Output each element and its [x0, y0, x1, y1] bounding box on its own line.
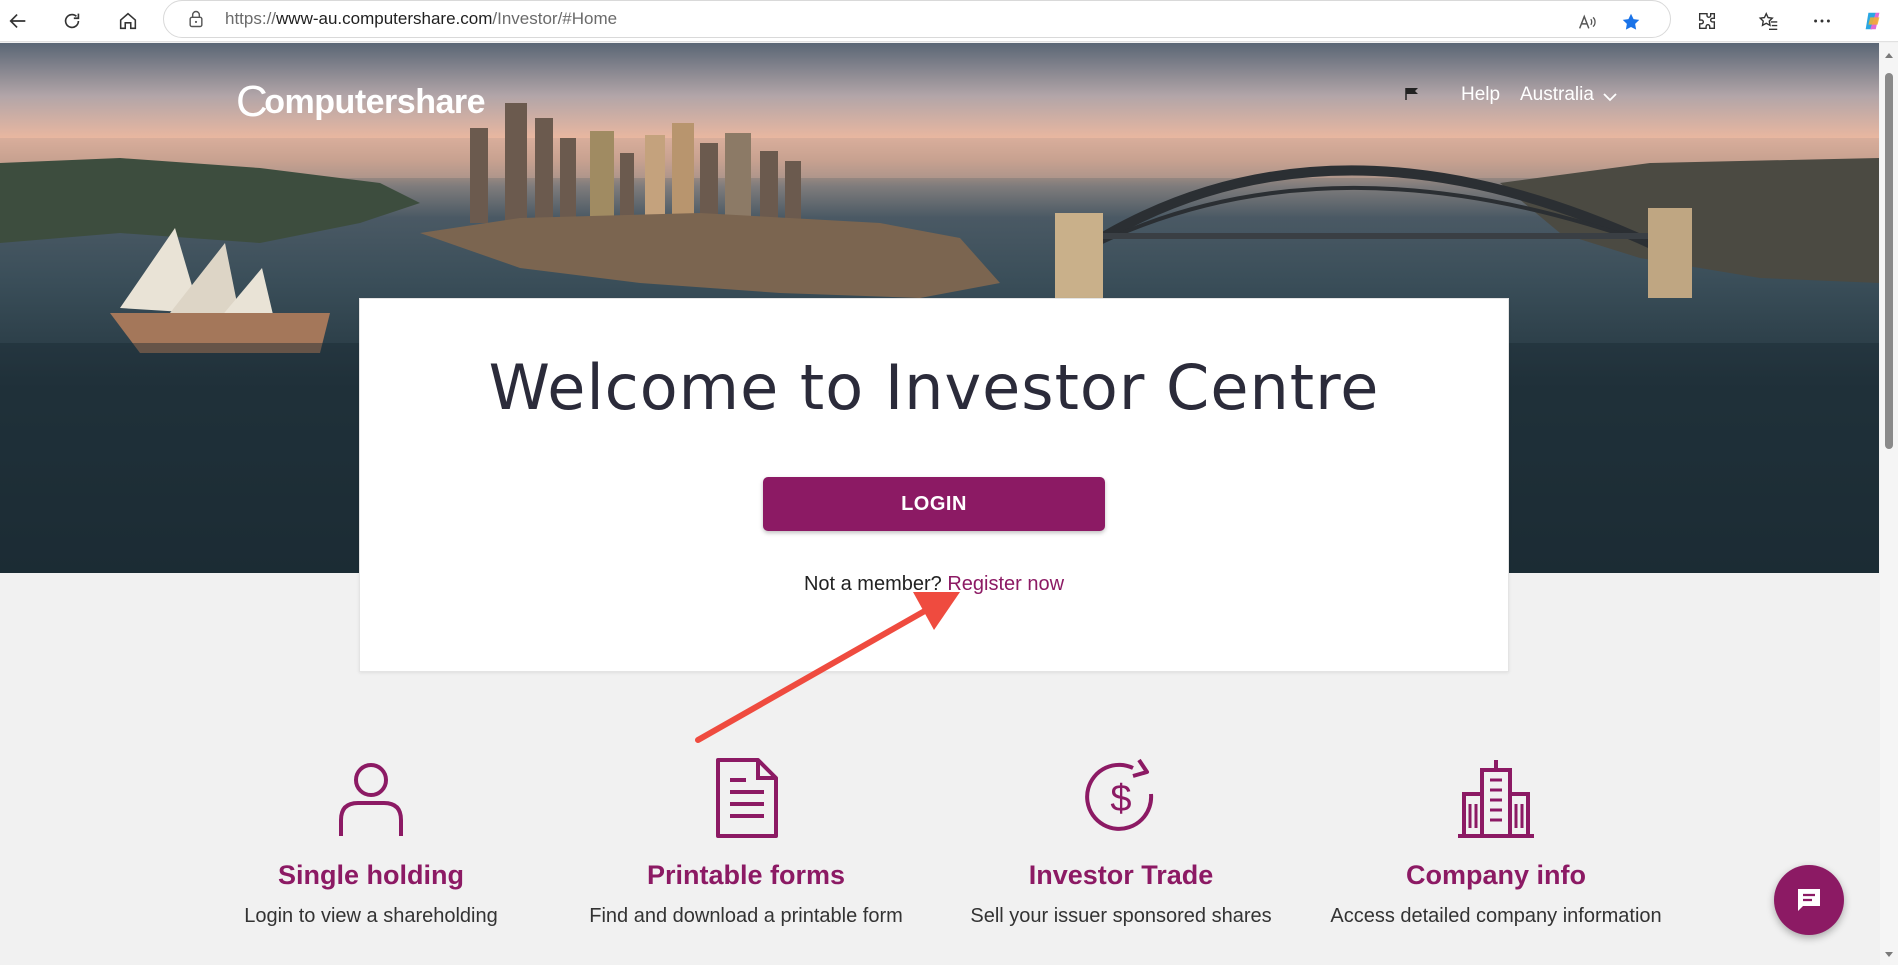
page-scrollbar[interactable]: [1880, 43, 1898, 965]
scroll-down-icon[interactable]: [1884, 951, 1894, 959]
refresh-button[interactable]: [58, 7, 86, 35]
feature-title: Investor Trade: [1028, 860, 1214, 890]
feature-title: Single holding: [278, 860, 464, 890]
feature-company-info[interactable]: Company info Access detailed company inf…: [1326, 758, 1666, 931]
ellipsis-icon: [1814, 19, 1830, 23]
url-path: /Investor/#Home: [492, 9, 618, 28]
feature-description: Find and download a printable form: [589, 905, 903, 927]
feature-title: Company info: [1406, 860, 1586, 890]
chat-button[interactable]: [1774, 865, 1844, 935]
feature-description: Login to view a shareholding: [244, 905, 498, 927]
url-text[interactable]: https://www-au.computershare.com/Investo…: [225, 9, 617, 29]
home-icon: [119, 12, 137, 30]
more-menu-button[interactable]: [1807, 6, 1837, 36]
feature-printable-forms[interactable]: Printable forms Find and download a prin…: [576, 758, 916, 931]
help-link[interactable]: Help: [1461, 84, 1500, 106]
home-button[interactable]: [114, 7, 142, 35]
document-icon: [716, 758, 778, 838]
puzzle-icon: [1698, 12, 1716, 30]
country-selector[interactable]: Australia: [1520, 84, 1594, 106]
person-icon: [339, 763, 403, 836]
back-arrow-icon: [9, 13, 26, 29]
url-domain: www-au.computershare.com: [276, 9, 493, 28]
annotation-arrow: [695, 592, 960, 743]
favorite-button[interactable]: [1616, 7, 1646, 37]
feature-single-holding[interactable]: Single holding Login to view a sharehold…: [201, 758, 541, 931]
login-button[interactable]: LOGIN: [763, 477, 1105, 531]
star-filled-icon: [1622, 13, 1640, 30]
computershare-logo[interactable]: Computershare: [236, 74, 486, 126]
scroll-up-icon[interactable]: [1884, 51, 1894, 59]
scroll-thumb[interactable]: [1885, 73, 1893, 449]
building-icon: [1458, 760, 1534, 838]
read-aloud-button[interactable]: [1572, 7, 1602, 37]
page-title: Welcome to Investor Centre: [488, 351, 1380, 424]
feature-title: Printable forms: [646, 860, 846, 890]
address-bar[interactable]: https://www-au.computershare.com/Investo…: [163, 0, 1671, 38]
browser-toolbar: https://www-au.computershare.com/Investo…: [0, 0, 1898, 42]
lock-icon: [189, 10, 203, 28]
back-button[interactable]: [4, 7, 32, 35]
flag-icon: [1405, 88, 1418, 100]
logo-c-mark: C: [236, 77, 268, 126]
favorites-button[interactable]: [1754, 6, 1784, 36]
feature-investor-trade[interactable]: $ Investor Trade Sell your issuer sponso…: [951, 758, 1291, 931]
favorites-list-icon: [1758, 12, 1778, 30]
feature-description: Sell your issuer sponsored shares: [970, 905, 1272, 927]
chevron-down-icon[interactable]: [1603, 92, 1617, 102]
copilot-icon: [1865, 12, 1880, 30]
chat-bubble-icon: [1798, 889, 1820, 911]
logo-wordmark: omputershare: [264, 83, 486, 121]
copilot-button[interactable]: [1858, 6, 1888, 36]
feature-description: Access detailed company information: [1330, 905, 1662, 927]
url-scheme: https://: [225, 9, 277, 28]
refresh-icon: [64, 13, 80, 29]
read-aloud-icon: [1578, 14, 1596, 29]
extensions-button[interactable]: [1692, 6, 1722, 36]
svg-text:$: $: [1110, 778, 1131, 820]
dollar-cycle-icon: $: [1085, 758, 1154, 831]
